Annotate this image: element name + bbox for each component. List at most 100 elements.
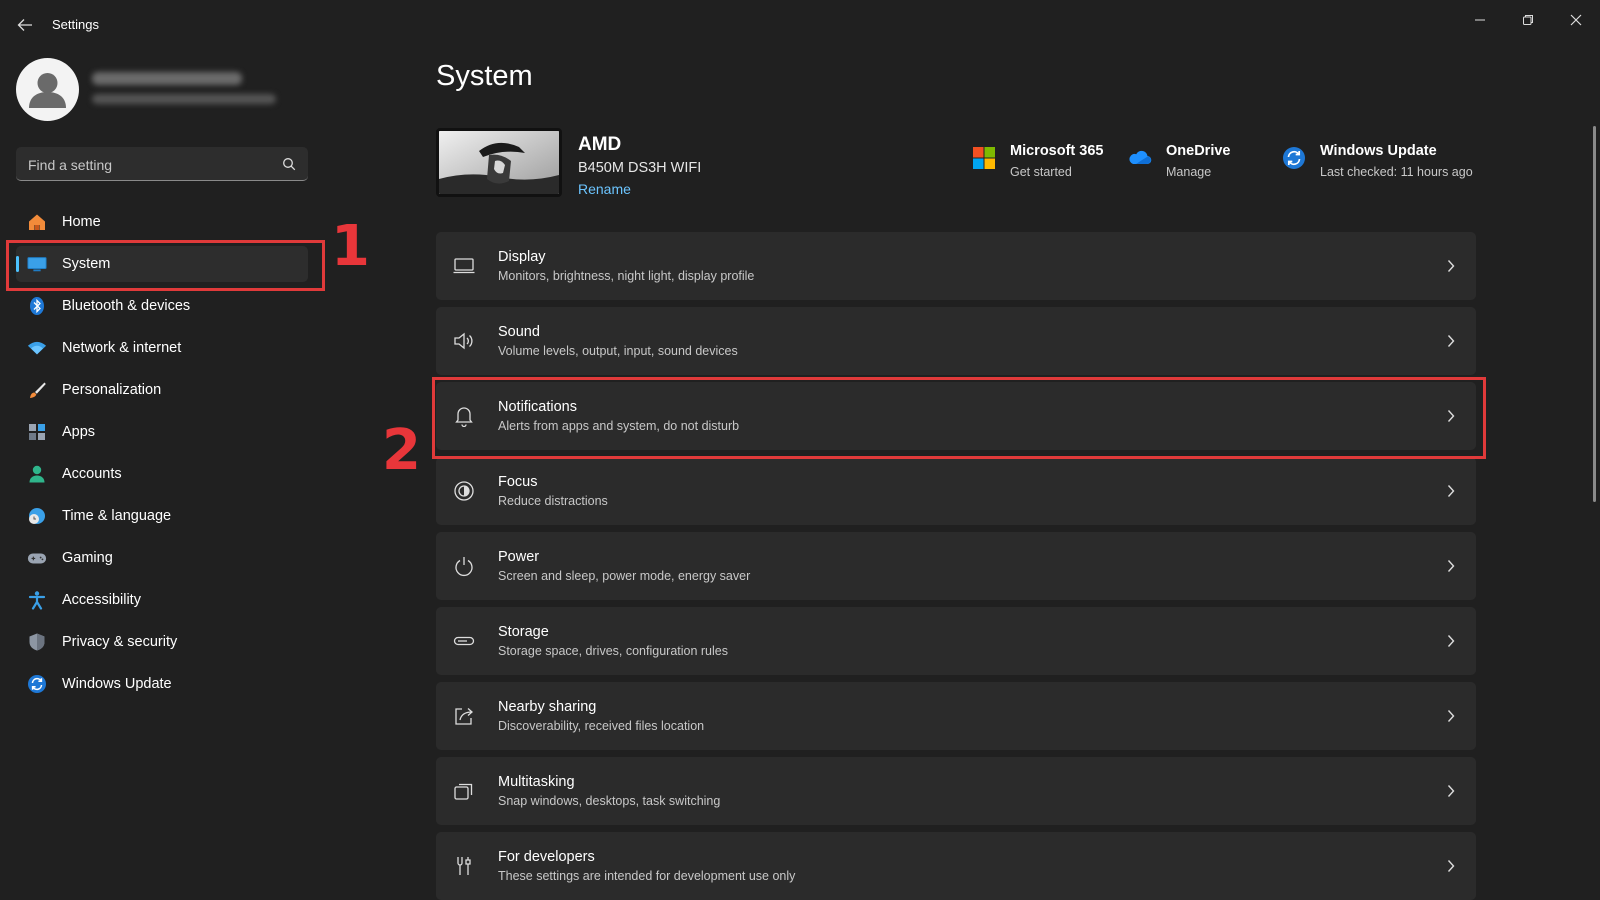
sidebar-item-network[interactable]: Network & internet [16,330,308,366]
sidebar-item-label: Personalization [62,382,162,398]
card-subtitle: Storage space, drives, configuration rul… [498,644,728,658]
quick-link-subtitle: Last checked: 11 hours ago [1320,165,1473,179]
restore-button[interactable] [1511,6,1545,34]
device-model: B450M DS3H WIFI [578,160,702,176]
quick-link-windows-update[interactable]: Windows Update Last checked: 11 hours ag… [1282,142,1482,182]
card-subtitle: Reduce distractions [498,494,608,508]
search-input[interactable]: Find a setting [16,147,308,181]
chevron-right-icon [1444,483,1458,499]
card-subtitle: Monitors, brightness, night light, displ… [498,269,755,283]
card-subtitle: Volume levels, output, input, sound devi… [498,344,738,358]
scrollbar[interactable] [1593,126,1596,502]
sidebar-item-label: Network & internet [62,340,182,356]
quick-link-onedrive[interactable]: OneDrive Manage [1128,142,1258,182]
globe-clock-icon [27,506,47,526]
settings-card-sound[interactable]: Sound Volume levels, output, input, soun… [436,307,1476,375]
sidebar-item-time-language[interactable]: Time & language [16,498,308,534]
settings-card-storage[interactable]: Storage Storage space, drives, configura… [436,607,1476,675]
person-icon [27,464,47,484]
sidebar-item-label: Time & language [62,508,172,524]
sidebar-item-windows-update[interactable]: Windows Update [16,666,308,702]
sidebar-item-label: Gaming [62,550,113,566]
title-bar: Settings [0,0,1600,50]
close-icon [1570,14,1582,26]
annotation-box-system [6,240,325,291]
quick-link-title: Microsoft 365 [1010,143,1104,159]
shield-icon [27,632,47,652]
sidebar-item-home[interactable]: Home [16,204,308,240]
maximize-icon [1523,15,1533,25]
sidebar-item-accessibility[interactable]: Accessibility [16,582,308,618]
sidebar-item-label: Accessibility [62,592,141,608]
annotation-step-1: 1 [331,214,370,279]
sidebar-item-label: Accounts [62,466,122,482]
sidebar-item-apps[interactable]: Apps [16,414,308,450]
close-button[interactable] [1559,6,1593,34]
annotation-box-notifications [432,377,1486,459]
sidebar-item-personalization[interactable]: Personalization [16,372,308,408]
rename-link[interactable]: Rename [578,181,631,197]
card-title: Storage [498,624,549,640]
user-profile[interactable] [16,58,316,124]
back-arrow-icon [17,19,32,31]
onedrive-cloud-icon [1129,150,1152,165]
card-title: Multitasking [498,774,575,790]
sidebar-item-accounts[interactable]: Accounts [16,456,308,492]
update-icon [27,674,47,694]
minimize-icon [1475,19,1485,21]
card-title: Sound [498,324,540,340]
sidebar-item-label: Apps [62,424,96,440]
wifi-icon [27,338,47,358]
sidebar-item-bluetooth[interactable]: Bluetooth & devices [16,288,308,324]
card-title: Nearby sharing [498,699,597,715]
settings-card-nearby-sharing[interactable]: Nearby sharing Discoverability, received… [436,682,1476,750]
card-title: Focus [498,474,538,490]
profile-name-redacted [92,72,242,85]
profile-email-redacted [92,94,276,104]
sidebar-item-label: Home [62,214,101,230]
card-title: Display [498,249,546,265]
settings-list: Display Monitors, brightness, night ligh… [436,232,1476,900]
accessibility-icon [27,590,47,610]
minimize-button[interactable] [1463,6,1497,34]
chevron-right-icon [1444,708,1458,724]
windows-update-icon [1283,147,1305,169]
wallpaper-image [439,131,559,194]
power-icon [453,555,475,577]
back-button[interactable] [14,14,36,36]
settings-card-display[interactable]: Display Monitors, brightness, night ligh… [436,232,1476,300]
sidebar-item-gaming[interactable]: Gaming [16,540,308,576]
settings-card-focus[interactable]: Focus Reduce distractions [436,457,1476,525]
device-name: AMD [578,134,622,155]
device-wallpaper-thumbnail[interactable] [436,128,562,197]
card-subtitle: Screen and sleep, power mode, energy sav… [498,569,751,583]
chevron-right-icon [1444,558,1458,574]
quick-link-subtitle: Manage [1166,165,1212,179]
app-title: Settings [52,17,99,32]
settings-card-for-developers[interactable]: For developers These settings are intend… [436,832,1476,900]
brush-icon [27,380,47,400]
settings-card-power[interactable]: Power Screen and sleep, power mode, ener… [436,532,1476,600]
search-placeholder: Find a setting [28,157,113,173]
card-subtitle: Discoverability, received files location [498,719,705,733]
focus-icon [453,480,475,502]
storage-icon [453,630,475,652]
page-title: System [436,60,533,92]
card-subtitle: These settings are intended for developm… [498,869,796,883]
sidebar-item-label: Bluetooth & devices [62,298,191,314]
developer-tools-icon [453,855,475,877]
home-icon [27,212,47,232]
quick-link-microsoft-365[interactable]: Microsoft 365 Get started [972,142,1132,182]
search-icon [283,158,296,171]
chevron-right-icon [1444,858,1458,874]
microsoft-logo-icon [973,147,995,169]
quick-link-title: OneDrive [1166,143,1231,159]
sidebar-item-label: Windows Update [62,676,172,692]
annotation-step-2: 2 [382,418,421,483]
apps-icon [27,422,47,442]
chevron-right-icon [1444,783,1458,799]
settings-card-multitasking[interactable]: Multitasking Snap windows, desktops, tas… [436,757,1476,825]
avatar [16,58,79,121]
card-title: For developers [498,849,595,865]
sidebar-item-privacy[interactable]: Privacy & security [16,624,308,660]
